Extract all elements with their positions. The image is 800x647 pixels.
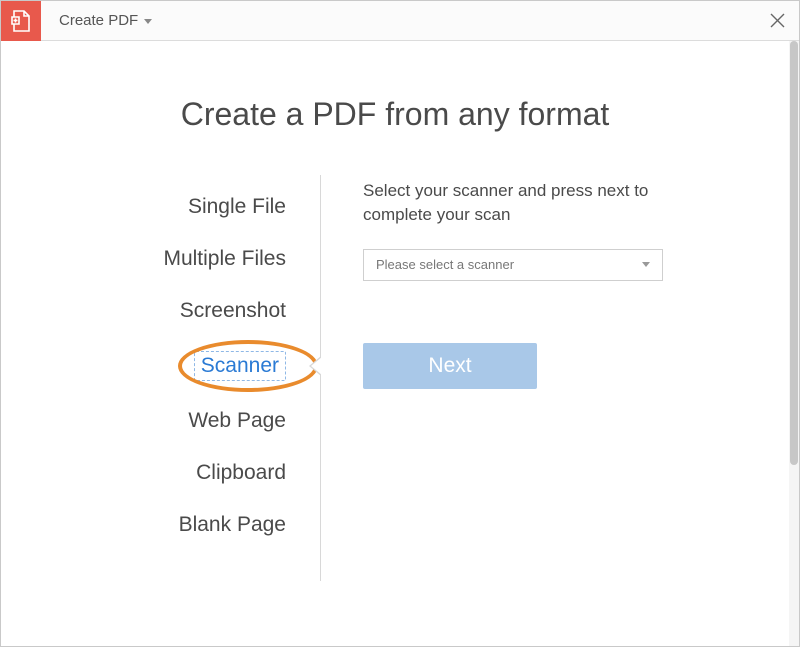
next-button-label: Next (428, 354, 471, 378)
create-pdf-window: Create PDF Create a PDF from any format … (0, 0, 800, 647)
option-label: Web Page (188, 409, 286, 432)
chevron-down-icon (144, 19, 152, 24)
close-icon (770, 13, 785, 28)
next-button[interactable]: Next (363, 343, 537, 389)
app-icon (1, 1, 41, 41)
scrollbar-thumb[interactable] (790, 41, 798, 465)
chevron-down-icon (642, 262, 650, 267)
option-label: Blank Page (179, 513, 286, 536)
option-label: Single File (188, 195, 286, 218)
option-clipboard[interactable]: Clipboard (31, 447, 320, 499)
option-scanner[interactable]: Scanner (31, 337, 320, 395)
scanner-select-placeholder: Please select a scanner (376, 257, 514, 272)
option-label: Multiple Files (163, 247, 286, 270)
scanner-panel: Select your scanner and press next to co… (321, 175, 759, 581)
option-screenshot[interactable]: Screenshot (31, 285, 320, 337)
option-label: Clipboard (196, 461, 286, 484)
format-options-list: Single File Multiple Files Screenshot Sc… (31, 175, 321, 581)
page-title: Create a PDF from any format (31, 96, 759, 133)
create-pdf-dropdown[interactable]: Create PDF (59, 12, 152, 29)
option-multiple-files[interactable]: Multiple Files (31, 233, 320, 285)
scrollbar[interactable] (789, 41, 799, 646)
option-blank-page[interactable]: Blank Page (31, 499, 320, 551)
close-button[interactable] (755, 1, 799, 41)
option-label: Screenshot (180, 299, 286, 322)
scanner-select[interactable]: Please select a scanner (363, 249, 663, 281)
option-single-file[interactable]: Single File (31, 181, 320, 233)
titlebar: Create PDF (1, 1, 799, 41)
content-area: Create a PDF from any format Single File… (1, 41, 799, 646)
create-pdf-dropdown-label: Create PDF (59, 12, 138, 29)
option-label: Scanner (194, 351, 286, 381)
option-web-page[interactable]: Web Page (31, 395, 320, 447)
document-icon (11, 10, 31, 32)
instruction-text: Select your scanner and press next to co… (363, 179, 683, 227)
